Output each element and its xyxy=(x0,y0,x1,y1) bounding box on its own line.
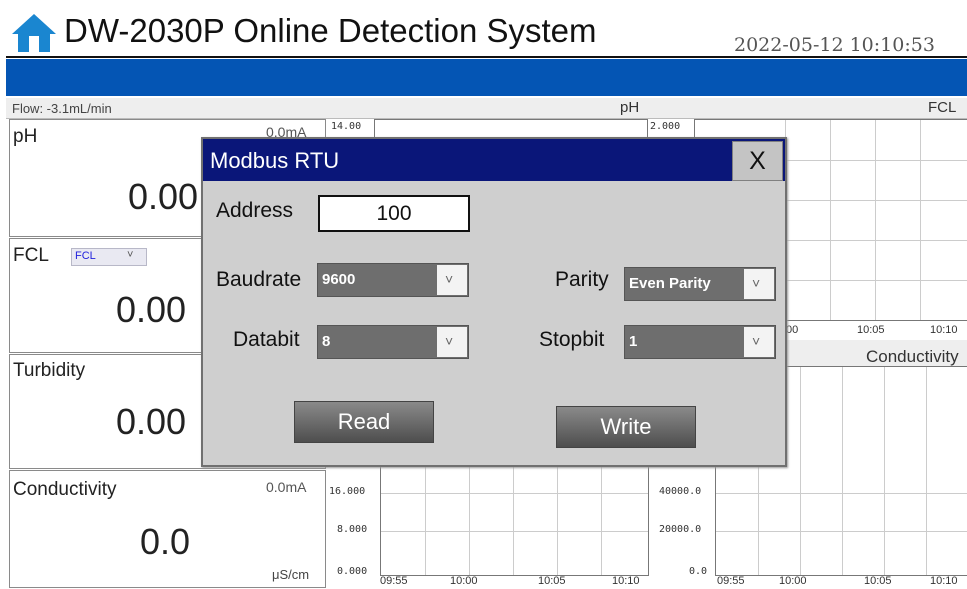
modbus-rtu-dialog: Modbus RTU X Address 100 Baudrate 9600 ˅… xyxy=(201,137,787,467)
baudrate-dropdown-button[interactable]: ˅ xyxy=(437,265,467,295)
databit-dropdown-button[interactable]: ˅ xyxy=(437,327,467,357)
conductivity-label: Conductivity xyxy=(13,479,117,500)
grid-line xyxy=(842,367,843,575)
right-axis-tick: 0.0 xyxy=(689,566,708,577)
grid-line xyxy=(513,467,514,575)
fcl-value: 0.00 xyxy=(116,289,187,330)
baudrate-value: 9600 xyxy=(322,271,356,288)
close-button[interactable]: X xyxy=(732,141,783,181)
flow-readout: Flow: -3.1mL/min xyxy=(12,101,112,116)
grid-line xyxy=(884,367,885,575)
grid-line xyxy=(716,493,967,494)
chevron-down-icon: ˅ xyxy=(752,275,761,291)
left-axis-tick: 16.000 xyxy=(329,486,366,497)
time-label: 09:55 xyxy=(717,575,745,587)
write-button[interactable]: Write xyxy=(556,406,696,448)
fcl-select[interactable]: FCL ˅ xyxy=(71,248,147,266)
turbidity-value: 0.00 xyxy=(116,401,187,442)
right-axis-tick: 20000.0 xyxy=(659,524,702,535)
chevron-down-icon: ˅ xyxy=(445,333,454,349)
home-icon[interactable] xyxy=(10,12,58,54)
header-divider xyxy=(6,56,967,58)
databit-dropdown[interactable]: 8 ˅ xyxy=(317,325,469,359)
right-axis-tick: 40000.0 xyxy=(659,486,702,497)
conductivity-panel[interactable]: Conductivity 0.0mA 0.0 μS/cm xyxy=(9,470,326,588)
databit-value: 8 xyxy=(322,333,331,350)
grid-line xyxy=(920,120,921,320)
turbidity-chart xyxy=(380,466,649,576)
grid-line xyxy=(830,120,831,320)
stopbit-value: 1 xyxy=(629,333,638,350)
baudrate-dropdown[interactable]: 9600 ˅ xyxy=(317,263,469,297)
app-title: DW-2030P Online Detection System xyxy=(64,12,597,49)
parity-label: Parity xyxy=(555,268,609,291)
left-axis-tick: 8.000 xyxy=(337,524,368,535)
fcl-time-label: 00 xyxy=(786,324,799,336)
time-label: 10:00 xyxy=(779,575,807,587)
stopbit-label: Stopbit xyxy=(539,328,605,351)
fcl-chart-title: FCL xyxy=(928,99,957,116)
fcl-axis-top: 2.000 xyxy=(650,121,681,132)
grid-line xyxy=(425,467,426,575)
parity-dropdown-button[interactable]: ˅ xyxy=(744,269,774,299)
ph-chart-title: pH xyxy=(620,99,640,116)
grid-line xyxy=(875,120,876,320)
grid-line xyxy=(800,367,801,575)
stopbit-dropdown-button[interactable]: ˅ xyxy=(744,327,774,357)
address-input[interactable]: 100 xyxy=(318,195,470,232)
fcl-label: FCL xyxy=(13,245,49,266)
grid-line xyxy=(469,467,470,575)
datetime-display: 2022-05-12 10:10:53 xyxy=(734,34,935,56)
conductivity-chart-title: Conductivity xyxy=(866,347,959,366)
grid-line xyxy=(601,467,602,575)
time-label: 10:10 xyxy=(930,575,958,587)
baudrate-label: Baudrate xyxy=(216,268,302,291)
read-button[interactable]: Read xyxy=(294,401,434,443)
grid-line xyxy=(381,493,648,494)
chevron-down-icon: ˅ xyxy=(127,249,134,261)
time-label: 10:05 xyxy=(538,575,566,587)
time-label: 09:55 xyxy=(380,575,408,587)
grid-line xyxy=(716,531,967,532)
conductivity-value: 0.0 xyxy=(140,521,191,562)
chevron-down-icon: ˅ xyxy=(445,271,454,287)
conductivity-unit: μS/cm xyxy=(272,567,310,582)
grid-line xyxy=(926,367,927,575)
ph-value: 0.00 xyxy=(128,176,199,217)
conductivity-current: 0.0mA xyxy=(266,479,307,495)
time-label: 10:10 xyxy=(612,575,640,587)
ph-label: pH xyxy=(13,126,38,147)
parity-dropdown[interactable]: Even Parity ˅ xyxy=(624,267,776,301)
grid-line xyxy=(381,531,648,532)
fcl-select-value: FCL xyxy=(75,250,96,262)
info-strip xyxy=(6,98,967,119)
databit-label: Databit xyxy=(233,328,300,351)
turbidity-label: Turbidity xyxy=(13,360,86,381)
fcl-time-label: 10:05 xyxy=(857,324,885,336)
chevron-down-icon: ˅ xyxy=(752,333,761,349)
time-label: 10:05 xyxy=(864,575,892,587)
parity-value: Even Parity xyxy=(629,275,711,292)
nav-bar xyxy=(6,59,967,96)
address-label: Address xyxy=(216,199,294,222)
dialog-titlebar[interactable]: Modbus RTU X xyxy=(203,139,785,181)
left-axis-tick: 0.000 xyxy=(337,566,368,577)
fcl-time-label: 10:10 xyxy=(930,324,958,336)
ph-axis-top: 14.00 xyxy=(331,121,362,132)
dialog-title: Modbus RTU xyxy=(210,148,340,173)
stopbit-dropdown[interactable]: 1 ˅ xyxy=(624,325,776,359)
time-label: 10:00 xyxy=(450,575,478,587)
grid-line xyxy=(557,467,558,575)
